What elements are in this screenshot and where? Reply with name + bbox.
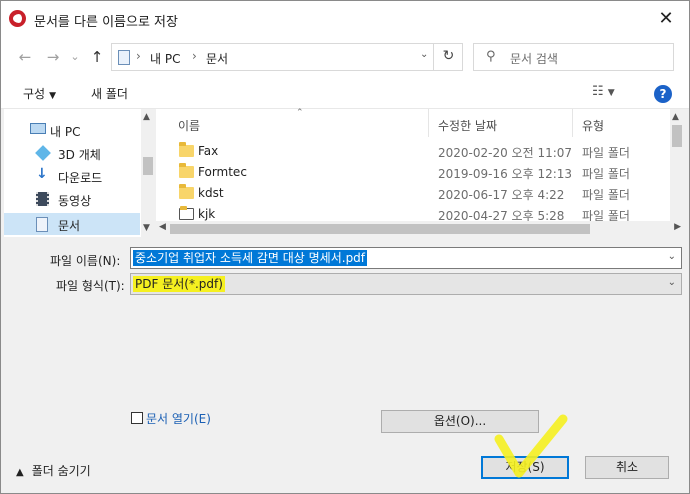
file-date: 2020-02-20 오전 11:07	[438, 146, 573, 160]
back-button[interactable]: ←	[15, 47, 35, 67]
sidebar-item-label: 내 PC	[50, 125, 81, 139]
sidebar-item-pc[interactable]: 내 PC	[4, 119, 140, 141]
organize-button[interactable]: 구성 ▼	[23, 85, 56, 102]
scroll-up-icon[interactable]: ▲	[672, 112, 679, 122]
highlighter-checkmark	[494, 414, 568, 478]
filename-label: 파일 이름(N):	[50, 254, 121, 268]
help-button[interactable]: ?	[654, 85, 672, 103]
navigation-scrollbar[interactable]: ▲ ▼	[141, 109, 155, 237]
chevron-right-icon[interactable]: ›	[136, 49, 141, 63]
sidebar-item-downloads[interactable]: ↓ 다운로드	[4, 165, 140, 187]
organize-label: 구성	[23, 87, 46, 101]
file-type: 파일 폴더	[582, 167, 630, 181]
column-divider[interactable]	[572, 109, 573, 137]
address-dropdown-icon[interactable]: ⌄	[420, 49, 428, 60]
file-name: kjk	[198, 207, 216, 221]
address-row: ← → ⌄ ↑ › 내 PC › 문서 ⌄ ↻ ⚲ 문서 검색	[1, 37, 689, 77]
column-header-name[interactable]: 이름	[178, 117, 200, 134]
column-divider[interactable]	[428, 109, 429, 137]
new-folder-button[interactable]: 새 폴더	[91, 85, 128, 102]
table-row[interactable]: Formtec 2019-09-16 오후 12:13 파일 폴더	[156, 162, 671, 183]
table-row[interactable]: Fax 2020-02-20 오전 11:07 파일 폴더	[156, 141, 671, 162]
search-icon: ⚲	[486, 49, 496, 64]
chevron-right-icon[interactable]: ›	[192, 49, 197, 63]
sidebar-item-3d-objects[interactable]: 3D 개체	[4, 142, 140, 164]
filetype-label: 파일 형식(T):	[56, 279, 125, 293]
file-list-hscrollbar[interactable]: ◀ ▶	[156, 221, 684, 237]
chevron-down-icon[interactable]: ⌄	[668, 277, 676, 288]
open-document-checkbox[interactable]	[131, 412, 143, 424]
sidebar-item-label: 문서	[58, 219, 81, 233]
table-row[interactable]: kjk 2020-04-27 오후 5:28 파일 폴더	[156, 204, 671, 221]
hide-folders-label: 폴더 숨기기	[31, 464, 91, 478]
scrollbar-thumb[interactable]	[672, 125, 682, 147]
open-document-label[interactable]: 문서 열기(E)	[146, 410, 211, 427]
scrollbar-thumb[interactable]	[143, 157, 153, 175]
file-type: 파일 폴더	[582, 209, 630, 221]
sidebar-item-videos[interactable]: 동영상	[4, 188, 140, 210]
pc-icon	[30, 123, 46, 134]
scroll-down-icon[interactable]: ▼	[143, 223, 150, 233]
navigation-pane: 내 PC 3D 개체 ↓ 다운로드 동영상 문서 ▲ ▼	[4, 109, 155, 237]
file-date: 2020-06-17 오후 4:22	[438, 188, 565, 202]
scroll-up-icon[interactable]: ▲	[143, 112, 150, 122]
sidebar-item-documents[interactable]: 문서	[4, 213, 140, 235]
chevron-up-icon: ▲	[16, 467, 24, 478]
filetype-select[interactable]: PDF 문서(*.pdf) ⌄	[130, 273, 682, 295]
cube-icon	[35, 145, 51, 161]
chevron-down-icon[interactable]: ⌄	[668, 251, 676, 262]
save-as-dialog: 문서를 다른 이름으로 저장 ✕ ← → ⌄ ↑ › 내 PC › 문서 ⌄ ↻…	[0, 0, 690, 494]
sidebar-item-label: 다운로드	[58, 171, 103, 185]
scrollbar-thumb[interactable]	[170, 224, 590, 234]
breadcrumb-documents[interactable]: 문서	[206, 50, 228, 67]
chevron-down-icon: ▼	[49, 91, 57, 101]
breadcrumb-pc[interactable]: 내 PC	[150, 50, 180, 67]
column-header-type[interactable]: 유형	[582, 117, 604, 134]
forward-button[interactable]: →	[43, 47, 63, 67]
table-row[interactable]: kdst 2020-06-17 오후 4:22 파일 폴더	[156, 183, 671, 204]
file-type: 파일 폴더	[582, 146, 630, 160]
address-bar[interactable]: › 내 PC › 문서 ⌄	[111, 43, 463, 71]
title-bar: 문서를 다른 이름으로 저장 ✕	[1, 1, 689, 37]
command-bar: 구성 ▼ 새 폴더 ☷ ▼ ?	[1, 77, 689, 109]
refresh-button[interactable]: ↻	[433, 43, 463, 71]
scroll-left-icon[interactable]: ◀	[159, 222, 166, 232]
sidebar-item-label: 3D 개체	[58, 148, 101, 162]
file-list: ⌃ 이름 수정한 날짜 유형 Fax 2020-02-20 오전 11:07 파…	[156, 108, 684, 237]
filename-input[interactable]: 중소기업 취업자 소득세 감면 대상 명세서.pdf ⌄	[130, 247, 682, 269]
dialog-title: 문서를 다른 이름으로 저장	[34, 15, 178, 30]
file-date: 2019-09-16 오후 12:13	[438, 167, 573, 181]
file-type: 파일 폴더	[582, 188, 630, 202]
file-name: Formtec	[198, 165, 247, 179]
sort-ascending-icon: ⌃	[296, 108, 304, 118]
app-icon	[9, 10, 26, 27]
download-icon: ↓	[36, 166, 48, 182]
search-placeholder: 문서 검색	[510, 52, 558, 66]
video-icon	[36, 192, 49, 206]
cancel-button[interactable]: 취소	[585, 456, 669, 479]
recent-locations-button[interactable]: ⌄	[65, 47, 85, 67]
up-button[interactable]: ↑	[87, 47, 107, 67]
view-options-button[interactable]: ☷ ▼	[592, 84, 615, 99]
sidebar-item-label: 동영상	[58, 194, 92, 208]
close-button[interactable]: ✕	[643, 1, 689, 37]
folder-icon	[179, 163, 194, 178]
hide-folders-toggle[interactable]: ▲ 폴더 숨기기	[16, 462, 91, 479]
document-icon	[36, 217, 48, 232]
file-name: Fax	[198, 144, 219, 158]
location-icon	[118, 50, 130, 65]
filetype-value: PDF 문서(*.pdf)	[133, 276, 225, 292]
filename-value: 중소기업 취업자 소득세 감면 대상 명세서.pdf	[133, 250, 368, 266]
column-header-date[interactable]: 수정한 날짜	[438, 117, 497, 134]
special-folder-icon	[179, 206, 194, 220]
file-date: 2020-04-27 오후 5:28	[438, 209, 565, 221]
file-name: kdst	[198, 186, 224, 200]
folder-icon	[179, 184, 194, 199]
folder-icon	[179, 142, 194, 157]
scroll-right-icon[interactable]: ▶	[674, 222, 681, 232]
search-box[interactable]: ⚲ 문서 검색	[473, 43, 674, 71]
file-list-scrollbar[interactable]: ▲	[670, 109, 684, 223]
